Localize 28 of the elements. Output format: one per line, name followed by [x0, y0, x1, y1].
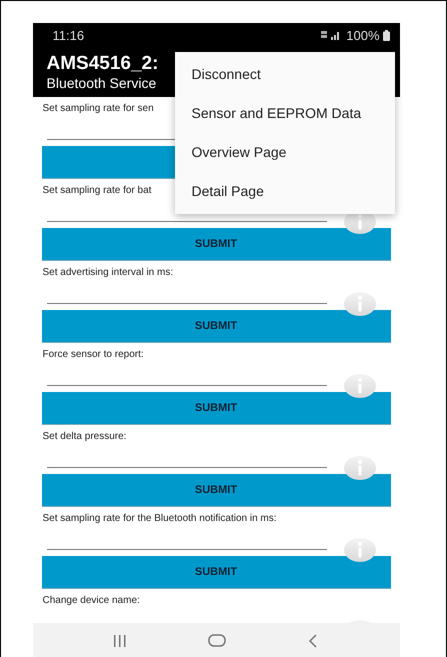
battery-icon	[382, 30, 390, 40]
recent-apps-icon[interactable]	[114, 634, 126, 646]
menu-item[interactable]: Disconnect	[174, 55, 394, 94]
submit-button[interactable]: SUBMIT	[42, 228, 390, 261]
field-label: Force sensor to report:	[42, 349, 144, 360]
status-time: 11:16	[52, 28, 84, 42]
submit-button[interactable]: SUBMIT	[42, 392, 390, 425]
field-label: Set sampling rate for sen	[42, 103, 154, 114]
field-label: Change device name:	[42, 595, 140, 606]
submit-button[interactable]: SUBMIT	[42, 556, 390, 589]
home-icon[interactable]	[208, 634, 226, 647]
field-label: Set delta pressure:	[42, 431, 126, 442]
info-icon[interactable]	[344, 538, 376, 562]
menu-item[interactable]: Sensor and EEPROM Data	[174, 94, 394, 133]
battery-level: 100%	[346, 28, 380, 42]
info-icon[interactable]	[344, 456, 376, 480]
app-subtitle: Bluetooth Service	[46, 75, 156, 92]
field-label: Set advertising interval in ms:	[42, 267, 174, 278]
menu-item[interactable]: Overview Page	[174, 133, 394, 172]
menu-item[interactable]: Detail Page	[174, 172, 394, 211]
field-label: Set sampling rate for bat	[42, 185, 152, 196]
info-icon[interactable]	[344, 374, 376, 398]
submit-button[interactable]: SUBMIT	[42, 474, 390, 507]
back-icon[interactable]	[308, 634, 318, 648]
submit-button[interactable]: SUBMIT	[42, 310, 390, 343]
app-title: AMS4516_2:	[46, 53, 158, 75]
info-icon[interactable]	[344, 292, 376, 316]
field-label: Set sampling rate for the Bluetooth notification in ms:	[42, 513, 277, 524]
